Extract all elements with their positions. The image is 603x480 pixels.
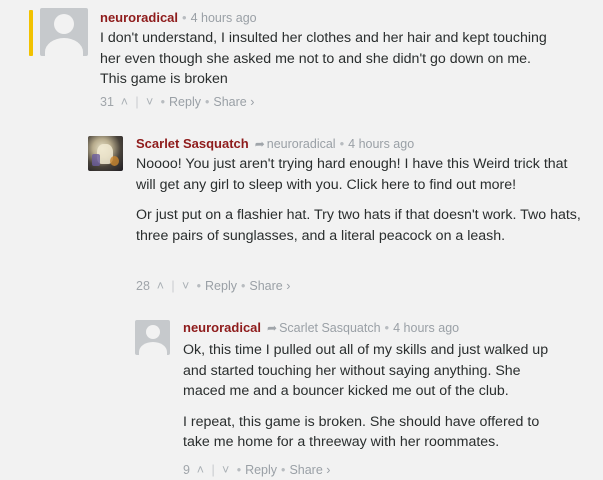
comment-text: I repeat, this game is broken. She shoul…	[183, 413, 540, 451]
bullet-icon: •	[182, 10, 187, 25]
comment-footer: 9 ˄ | ˅ • Reply • Share ›	[183, 462, 331, 478]
bullet-icon: •	[281, 463, 286, 477]
reply-arrow-icon: ➦	[254, 137, 265, 151]
comment-3: neuroradical ➦ Scarlet Sasquatch • 4 hours a…	[135, 320, 600, 480]
vote-count: 31	[100, 95, 114, 109]
bullet-icon: •	[196, 279, 202, 293]
comment-body: Ok, this time I pulled out all of my ski…	[183, 340, 558, 463]
comment-header: neuroradical • 4 hours ago	[100, 10, 257, 26]
upvote-icon[interactable]: ˄	[117, 94, 131, 110]
downvote-icon[interactable]: ˅	[219, 462, 233, 478]
comment-body: Noooo! You just aren't trying hard enoug…	[136, 154, 591, 256]
bullet-icon: •	[236, 463, 242, 477]
bullet-icon: •	[241, 279, 246, 293]
upvote-icon[interactable]: ˄	[193, 462, 207, 478]
vote-count: 28	[136, 279, 150, 293]
comment-2: Scarlet Sasquatch ➦ neuroradical • 4 hours a…	[88, 136, 600, 296]
author-name[interactable]: neuroradical	[183, 320, 261, 335]
timestamp[interactable]: 4 hours ago	[393, 321, 459, 335]
default-avatar-icon[interactable]	[135, 320, 170, 355]
vote-count: 9	[183, 463, 190, 477]
bullet-icon: •	[205, 95, 210, 109]
downvote-icon[interactable]: ˅	[179, 278, 193, 294]
author-name[interactable]: Scarlet Sasquatch	[136, 136, 249, 151]
reply-button[interactable]: Reply	[245, 463, 277, 477]
share-button[interactable]: Share ›	[213, 95, 254, 109]
timestamp[interactable]: 4 hours ago	[348, 137, 414, 151]
new-comment-highlight-bar	[29, 10, 33, 56]
share-button[interactable]: Share ›	[249, 279, 290, 293]
comment-footer: 31 ˄ | ˅ • Reply • Share ›	[100, 94, 255, 110]
reply-arrow-icon: ➦	[267, 321, 278, 335]
upvote-icon[interactable]: ˄	[153, 278, 167, 294]
default-avatar-icon[interactable]	[40, 8, 88, 56]
comment-text: Ok, this time I pulled out all of my ski…	[183, 342, 549, 399]
comment-text: I don't understand, I insulted her cloth…	[100, 30, 547, 87]
replying-to[interactable]: neuroradical	[267, 137, 336, 151]
share-button[interactable]: Share ›	[289, 463, 330, 477]
comment-1: neuroradical • 4 hours ago I don't underst…	[40, 8, 600, 112]
reply-button[interactable]: Reply	[205, 279, 237, 293]
comment-header: Scarlet Sasquatch ➦ neuroradical • 4 hours a…	[136, 136, 414, 152]
artwork-avatar-icon[interactable]	[88, 136, 123, 171]
bullet-icon: •	[339, 136, 345, 151]
bullet-icon: •	[384, 320, 390, 335]
reply-button[interactable]: Reply	[169, 95, 201, 109]
replying-to[interactable]: Scarlet Sasquatch	[279, 321, 380, 335]
comment-footer: 28 ˄ | ˅ • Reply • Share ›	[136, 278, 291, 294]
bullet-icon: •	[160, 95, 166, 109]
author-name[interactable]: neuroradical	[100, 10, 178, 25]
downvote-icon[interactable]: ˅	[143, 94, 157, 110]
comment-text: Noooo! You just aren't trying hard enoug…	[136, 156, 568, 193]
comment-body: I don't understand, I insulted her cloth…	[100, 28, 555, 100]
comment-header: neuroradical ➦ Scarlet Sasquatch • 4 hours a…	[183, 320, 459, 336]
timestamp[interactable]: 4 hours ago	[191, 11, 257, 25]
comment-text: Or just put on a flashier hat. Try two h…	[136, 207, 581, 244]
